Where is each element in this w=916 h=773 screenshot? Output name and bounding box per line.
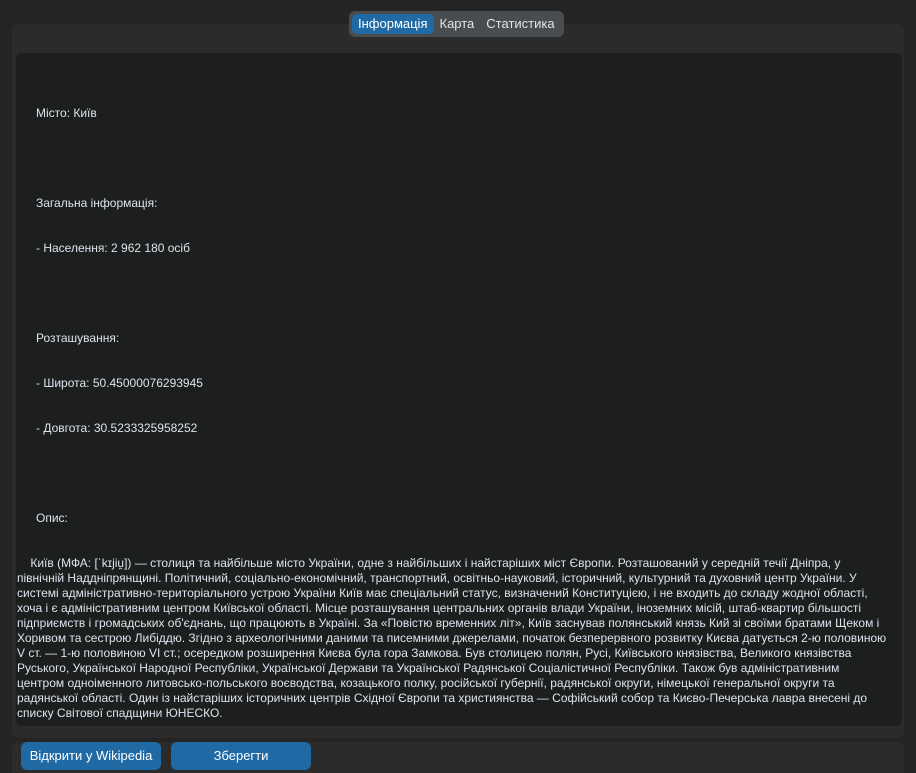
description-heading: Опис:: [36, 511, 68, 525]
open-wikipedia-button[interactable]: Відкрити у Wikipedia: [21, 742, 161, 770]
latitude-line: - Широта: 50.45000076293945: [36, 376, 203, 390]
info-textbox[interactable]: Місто: Київ Загальна інформація: - Насел…: [16, 53, 902, 726]
description-text: Київ (МФА: [ˈkɪjiu̯]) — столиця та найбі…: [17, 556, 890, 720]
population-line: - Населення: 2 962 180 осіб: [36, 241, 190, 255]
tab-statistics[interactable]: Статистика: [480, 14, 560, 34]
tab-switcher: Інформація Карта Статистика: [349, 11, 564, 37]
city-line: Місто: Київ: [36, 106, 97, 120]
tab-map[interactable]: Карта: [434, 14, 481, 34]
tab-info[interactable]: Інформація: [352, 14, 434, 34]
save-button[interactable]: Зберегти: [171, 742, 311, 770]
general-heading: Загальна інформація:: [36, 196, 158, 210]
location-heading: Розташування:: [36, 331, 120, 345]
longitude-line: - Довгота: 30.5233325958252: [36, 421, 198, 435]
